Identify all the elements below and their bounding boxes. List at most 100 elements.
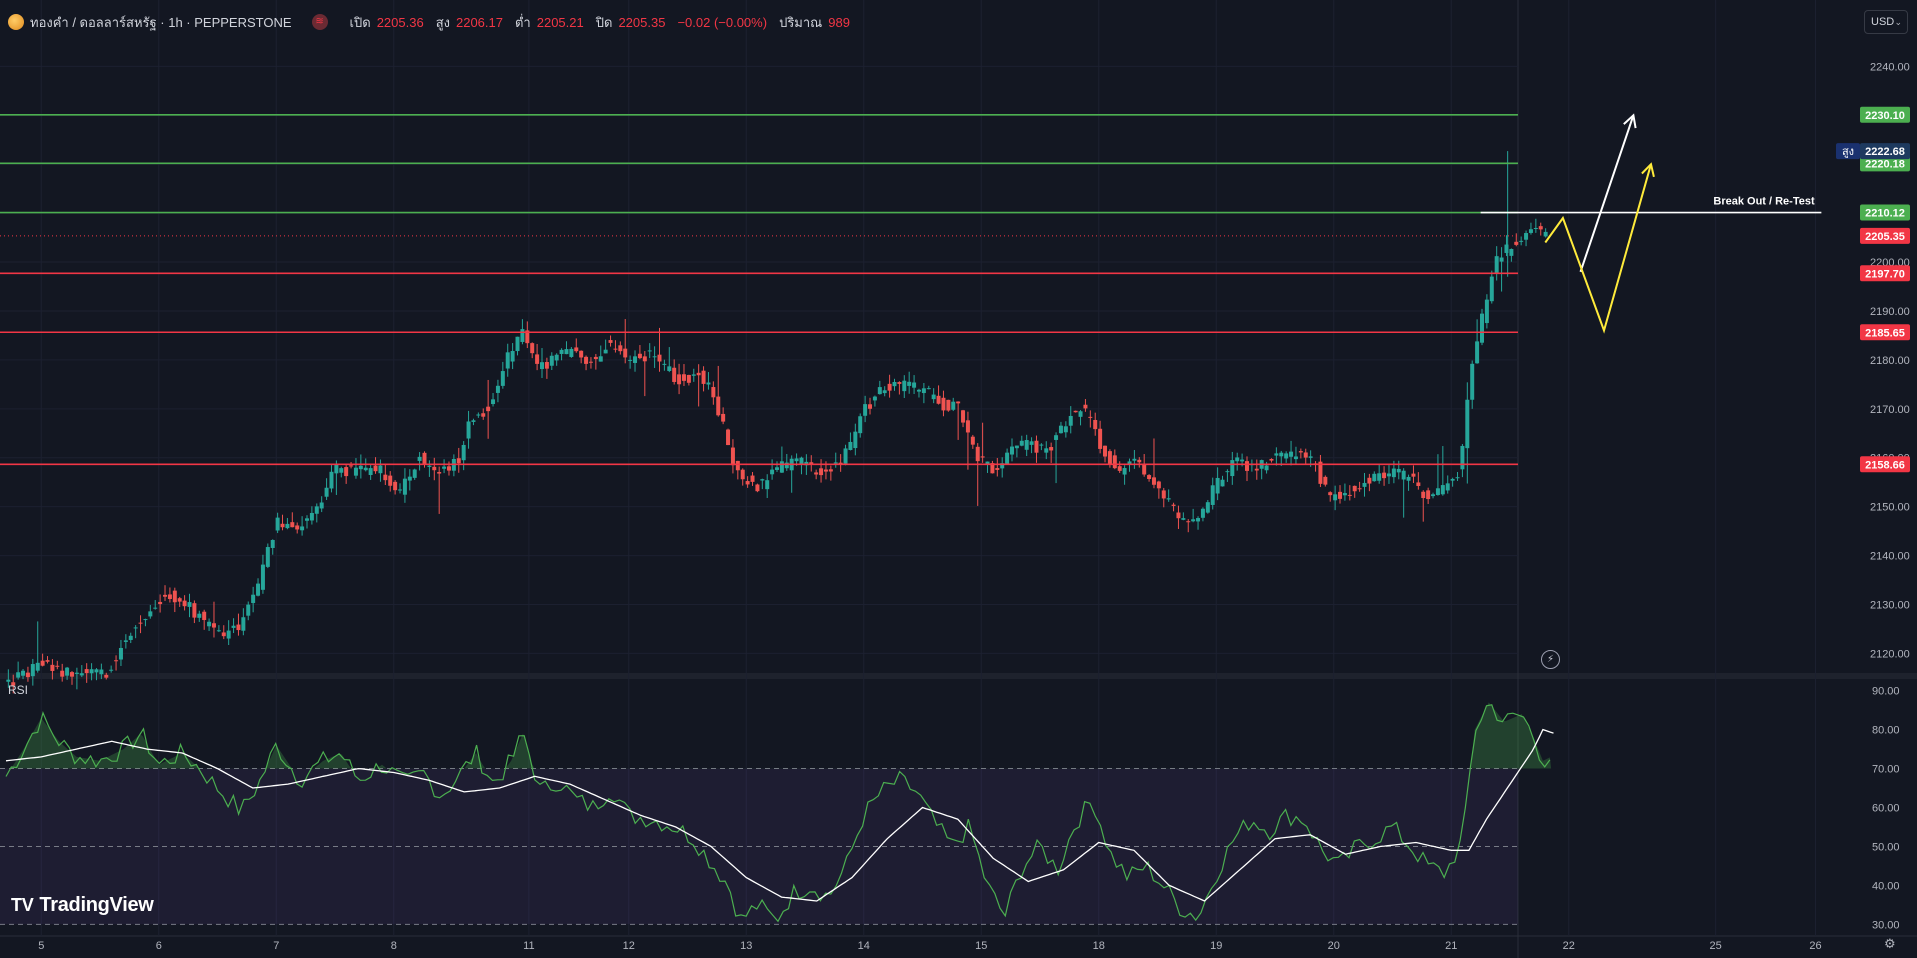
- candle-body[interactable]: [339, 468, 344, 473]
- candle-body[interactable]: [1386, 473, 1391, 477]
- candle-body[interactable]: [246, 604, 251, 616]
- candle-body[interactable]: [848, 441, 853, 450]
- candle-body[interactable]: [182, 600, 187, 607]
- candle-body[interactable]: [549, 355, 554, 366]
- lightning-icon[interactable]: ⚡: [1541, 650, 1560, 669]
- candle-body[interactable]: [50, 664, 55, 671]
- candle-body[interactable]: [774, 467, 779, 470]
- chart-canvas[interactable]: Break Out / Re-Test 2120.002130.002140.0…: [0, 0, 1917, 958]
- candle-body[interactable]: [706, 382, 711, 385]
- candle-body[interactable]: [965, 420, 970, 433]
- candle-body[interactable]: [114, 660, 119, 662]
- candle-body[interactable]: [437, 472, 442, 474]
- candle-body[interactable]: [1328, 492, 1333, 496]
- candle-body[interactable]: [1411, 473, 1416, 477]
- symbol-title[interactable]: ทองคำ / ดอลลาร์สหรัฐ · 1h · PEPPERSTONE: [30, 12, 292, 33]
- candle-body[interactable]: [1230, 460, 1235, 477]
- candle-body[interactable]: [1210, 485, 1215, 505]
- candle-body[interactable]: [398, 489, 403, 491]
- candle-body[interactable]: [427, 465, 432, 467]
- candle-body[interactable]: [711, 387, 716, 398]
- candle-body[interactable]: [104, 674, 109, 678]
- candle-body[interactable]: [1416, 482, 1421, 486]
- candle-body[interactable]: [353, 467, 358, 476]
- candle-body[interactable]: [368, 468, 373, 475]
- candle-body[interactable]: [1196, 518, 1201, 522]
- candle-body[interactable]: [1151, 477, 1156, 485]
- candle-body[interactable]: [1244, 461, 1249, 471]
- tradingview-logo[interactable]: TV TradingView: [11, 894, 154, 917]
- candle-body[interactable]: [1254, 468, 1259, 471]
- candle-body[interactable]: [539, 362, 544, 370]
- candle-body[interactable]: [319, 502, 324, 509]
- candle-body[interactable]: [672, 367, 677, 382]
- candle-body[interactable]: [520, 329, 525, 342]
- candle-body[interactable]: [794, 458, 799, 462]
- candle-body[interactable]: [1401, 470, 1406, 480]
- candle-body[interactable]: [765, 480, 770, 490]
- candle-body[interactable]: [696, 372, 701, 376]
- candle-body[interactable]: [256, 583, 261, 596]
- candle-body[interactable]: [30, 664, 35, 677]
- candle-body[interactable]: [1533, 228, 1538, 230]
- candle-body[interactable]: [109, 669, 114, 671]
- candle-body[interactable]: [995, 468, 1000, 470]
- candle-body[interactable]: [1142, 463, 1147, 475]
- candle-body[interactable]: [344, 467, 349, 477]
- candle-body[interactable]: [260, 564, 265, 590]
- candle-body[interactable]: [461, 444, 466, 461]
- candle-body[interactable]: [329, 471, 334, 489]
- candle-body[interactable]: [466, 421, 471, 439]
- candle-body[interactable]: [412, 469, 417, 478]
- candle-body[interactable]: [912, 382, 917, 388]
- candle-body[interactable]: [486, 406, 491, 412]
- candle-body[interactable]: [515, 336, 520, 352]
- candle-body[interactable]: [902, 380, 907, 392]
- candle-body[interactable]: [158, 601, 163, 605]
- candle-body[interactable]: [1200, 508, 1205, 518]
- candle-body[interactable]: [1117, 466, 1122, 471]
- candle-body[interactable]: [99, 669, 104, 675]
- candle-body[interactable]: [1073, 410, 1078, 413]
- candle-body[interactable]: [1435, 488, 1440, 495]
- candle-body[interactable]: [1024, 440, 1029, 450]
- candle-body[interactable]: [1406, 476, 1411, 481]
- candle-body[interactable]: [980, 456, 985, 458]
- candle-body[interactable]: [1103, 445, 1108, 457]
- candle-body[interactable]: [25, 672, 30, 678]
- candle-body[interactable]: [1489, 276, 1494, 302]
- candle-body[interactable]: [559, 349, 564, 354]
- candle-body[interactable]: [1470, 363, 1475, 400]
- candle-body[interactable]: [926, 388, 931, 390]
- pane-separator[interactable]: [0, 673, 1917, 679]
- candle-body[interactable]: [300, 526, 305, 531]
- candle-body[interactable]: [309, 512, 314, 521]
- candle-body[interactable]: [1098, 428, 1103, 449]
- gold-symbol-icon[interactable]: [8, 14, 24, 30]
- candle-body[interactable]: [1450, 478, 1455, 481]
- candle-body[interactable]: [946, 399, 951, 411]
- candle-body[interactable]: [314, 506, 319, 514]
- candle-body[interactable]: [623, 348, 628, 358]
- candle-body[interactable]: [1039, 444, 1044, 446]
- candle-body[interactable]: [1514, 241, 1519, 245]
- candle-body[interactable]: [1078, 411, 1083, 417]
- candle-body[interactable]: [750, 475, 755, 482]
- candle-body[interactable]: [1063, 426, 1068, 433]
- candle-body[interactable]: [828, 469, 833, 472]
- candle-body[interactable]: [647, 350, 652, 352]
- candle-body[interactable]: [1475, 341, 1480, 364]
- candle-body[interactable]: [1014, 445, 1019, 449]
- candle-body[interactable]: [334, 464, 339, 474]
- candle-body[interactable]: [226, 630, 231, 639]
- candle-body[interactable]: [628, 359, 633, 361]
- candle-body[interactable]: [79, 673, 84, 676]
- candle-body[interactable]: [280, 523, 285, 528]
- candle-body[interactable]: [21, 670, 26, 676]
- candle-body[interactable]: [422, 452, 427, 464]
- candle-body[interactable]: [456, 458, 461, 464]
- candle-body[interactable]: [701, 370, 706, 384]
- candle-body[interactable]: [1264, 465, 1269, 471]
- candle-body[interactable]: [897, 382, 902, 384]
- candle-body[interactable]: [1049, 447, 1054, 451]
